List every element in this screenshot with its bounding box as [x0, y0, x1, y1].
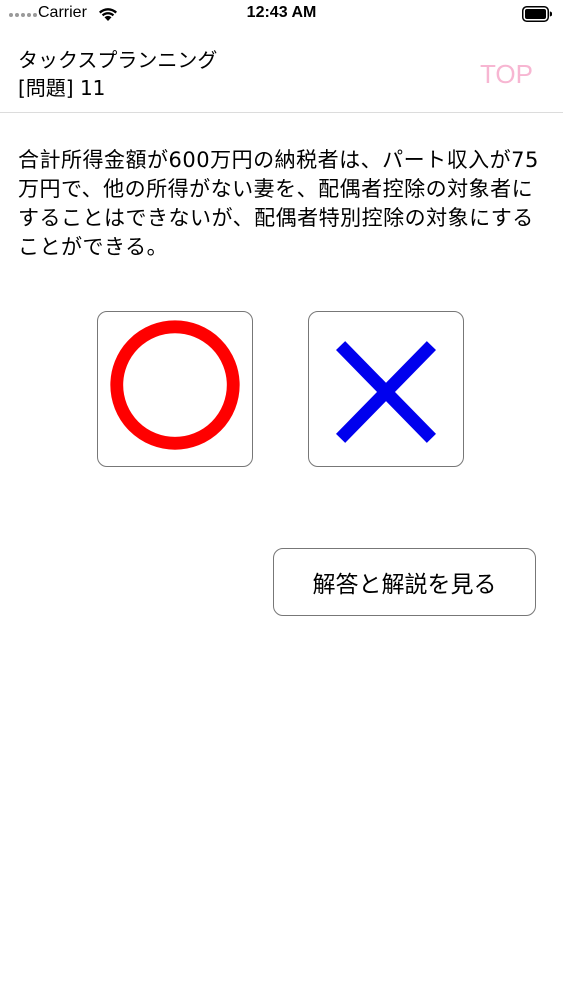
top-button[interactable]: TOP: [480, 59, 533, 90]
page-title: タックスプランニング: [18, 48, 218, 72]
circle-icon: [110, 320, 240, 450]
header: タックスプランニング [問題] 11 TOP: [0, 30, 563, 113]
answer-true-button[interactable]: [97, 311, 253, 467]
show-answer-button[interactable]: 解答と解説を見る: [273, 548, 536, 616]
question-text: 合計所得金額が600万円の納税者は、パート収入が75万円で、他の所得がない妻を、…: [18, 148, 539, 259]
answer-false-button[interactable]: [308, 311, 464, 467]
question-number: [問題] 11: [18, 76, 106, 100]
status-bar: Carrier 12:43 AM: [0, 0, 563, 30]
status-time: 12:43 AM: [246, 4, 317, 21]
cross-icon: [336, 341, 436, 443]
battery-icon: [522, 6, 552, 22]
